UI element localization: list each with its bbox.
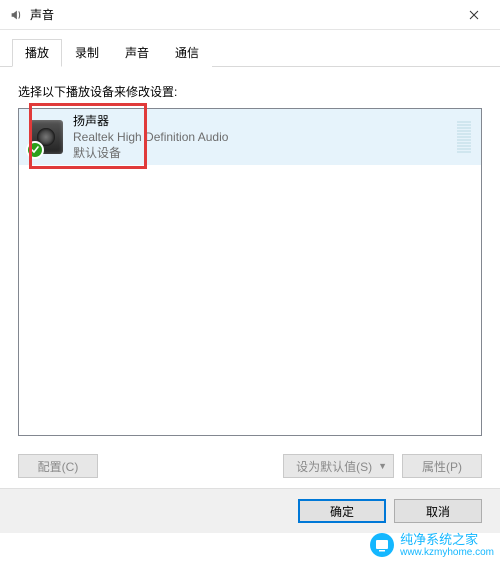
device-status: 默认设备 — [73, 145, 449, 161]
tabs: 播放 录制 声音 通信 — [0, 30, 500, 67]
device-list[interactable]: 扬声器 Realtek High Definition Audio 默认设备 — [18, 108, 482, 436]
device-name: 扬声器 — [73, 113, 449, 129]
close-icon — [469, 10, 479, 20]
cancel-button[interactable]: 取消 — [394, 499, 482, 523]
properties-button[interactable]: 属性(P) — [402, 454, 482, 478]
window-title: 声音 — [30, 6, 451, 23]
speaker-icon — [29, 120, 63, 154]
level-meter-icon — [457, 121, 471, 153]
sound-icon — [8, 7, 24, 23]
tab-recording[interactable]: 录制 — [62, 39, 112, 67]
watermark-url: www.kzmyhome.com — [400, 547, 494, 558]
instruction-text: 选择以下播放设备来修改设置: — [18, 83, 482, 100]
device-buttons-row: 配置(C) 设为默认值(S) ▼ 属性(P) — [0, 444, 500, 482]
tab-communications[interactable]: 通信 — [162, 39, 212, 67]
watermark-logo-icon — [370, 533, 394, 557]
watermark-brand: 纯净系统之家 — [400, 533, 494, 547]
close-button[interactable] — [451, 0, 496, 30]
dialog-footer: 确定 取消 — [0, 488, 500, 533]
ok-button[interactable]: 确定 — [298, 499, 386, 523]
device-description: Realtek High Definition Audio — [73, 129, 449, 145]
watermark: 纯净系统之家 www.kzmyhome.com — [370, 533, 494, 558]
tab-playback[interactable]: 播放 — [12, 39, 62, 67]
tab-content: 选择以下播放设备来修改设置: 扬声器 Realtek High Definiti… — [0, 67, 500, 444]
device-item[interactable]: 扬声器 Realtek High Definition Audio 默认设备 — [19, 109, 481, 165]
default-check-icon — [26, 141, 44, 159]
chevron-down-icon: ▼ — [378, 461, 387, 471]
titlebar: 声音 — [0, 0, 500, 30]
device-text: 扬声器 Realtek High Definition Audio 默认设备 — [73, 113, 449, 162]
spacer — [106, 454, 275, 478]
set-default-label: 设为默认值(S) — [296, 458, 372, 475]
tab-sounds[interactable]: 声音 — [112, 39, 162, 67]
configure-button[interactable]: 配置(C) — [18, 454, 98, 478]
set-default-button[interactable]: 设为默认值(S) ▼ — [283, 454, 394, 478]
